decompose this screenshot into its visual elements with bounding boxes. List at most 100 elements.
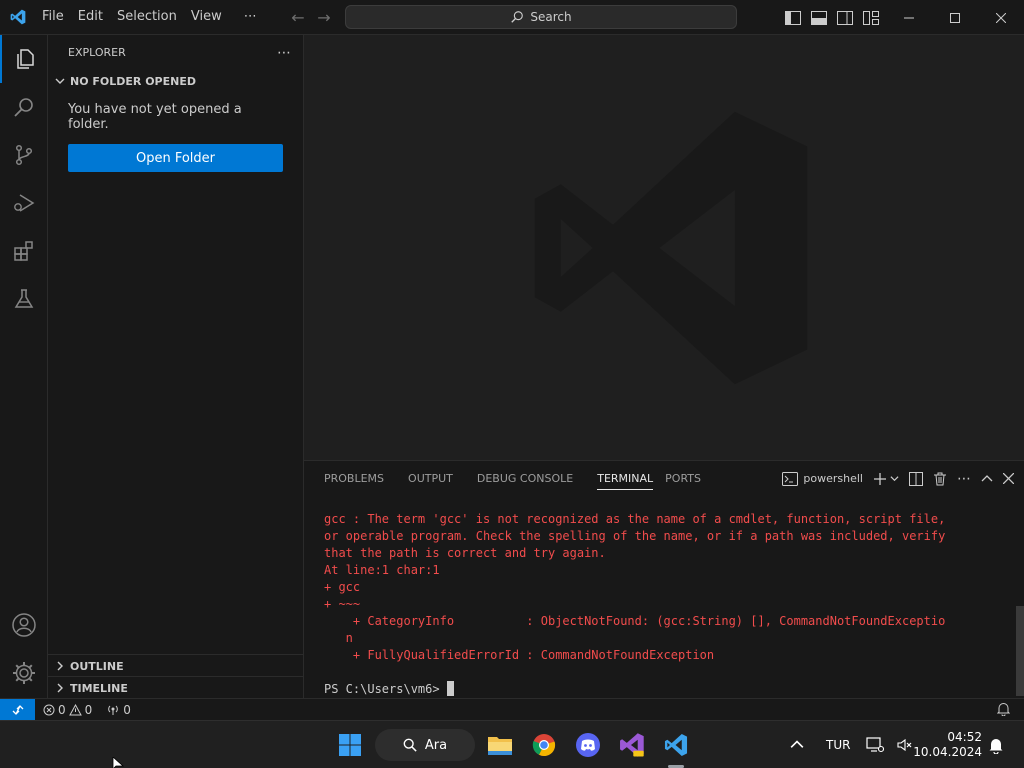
terminal-scrollbar[interactable] — [1016, 606, 1024, 696]
taskbar-file-explorer[interactable] — [484, 729, 516, 761]
toggle-primary-sidebar-icon[interactable] — [785, 10, 801, 25]
activity-search[interactable] — [0, 83, 48, 131]
start-button[interactable] — [334, 729, 366, 761]
error-count: 0 — [58, 702, 66, 717]
chevron-right-icon — [52, 680, 68, 696]
mouse-pointer-icon — [112, 757, 124, 768]
sidebar-more-actions[interactable]: ⋯ — [277, 45, 291, 61]
taskbar-discord[interactable] — [572, 729, 604, 761]
section-outline[interactable]: OUTLINE — [48, 655, 304, 677]
section-title: NO FOLDER OPENED — [70, 74, 196, 88]
terminal-prompt: PS C:\Users\vm6> — [324, 682, 447, 696]
activity-explorer[interactable] — [0, 35, 48, 83]
vscode-icon — [664, 733, 688, 757]
maximize-panel-chevron-up-icon[interactable] — [981, 473, 993, 485]
panel-more-actions[interactable]: ⋯ — [957, 471, 971, 487]
taskbar-visual-studio-preview[interactable] — [616, 729, 648, 761]
activity-extensions[interactable] — [0, 227, 48, 275]
remote-icon — [12, 704, 23, 715]
taskbar-chrome[interactable] — [528, 729, 560, 761]
sidebar-title: EXPLORER — [68, 46, 126, 59]
problems-status[interactable]: 0 0 — [43, 703, 92, 717]
terminal-shell-selector[interactable]: powershell — [782, 471, 863, 486]
minimize-button[interactable] — [886, 0, 932, 35]
tab-debug-console[interactable]: DEBUG CONSOLE — [477, 461, 585, 496]
extensions-icon — [14, 241, 33, 261]
timeline-label: TIMELINE — [70, 681, 128, 695]
notifications-bell-icon[interactable] — [997, 702, 1010, 716]
terminal-line: + FullyQualifiedErrorId : CommandNotFoun… — [324, 648, 715, 662]
source-control-icon — [15, 144, 33, 166]
manage-gear-icon — [13, 662, 35, 684]
activity-testing[interactable] — [0, 275, 48, 323]
terminal-line: n — [324, 631, 353, 645]
ports-status[interactable]: 0 — [106, 703, 131, 717]
chevron-down-icon — [52, 73, 68, 89]
customize-layout-icon[interactable] — [863, 10, 879, 25]
menu-more[interactable]: ⋯ — [237, 5, 264, 29]
section-timeline[interactable]: TIMELINE — [48, 677, 304, 699]
split-terminal-icon[interactable] — [909, 471, 923, 486]
bottom-panel: PROBLEMS OUTPUT DEBUG CONSOLE TERMINAL P… — [304, 460, 1024, 698]
taskbar-search[interactable]: Ara — [375, 729, 475, 761]
network-icon — [866, 737, 884, 753]
show-hidden-icons[interactable] — [790, 721, 804, 768]
input-language[interactable]: TUR — [826, 721, 850, 768]
menu-selection[interactable]: Selection — [110, 5, 184, 29]
shell-name: powershell — [803, 472, 863, 485]
activity-source-control[interactable] — [0, 131, 48, 179]
visual-studio-preview-icon — [620, 733, 644, 757]
outline-label: OUTLINE — [70, 659, 124, 673]
activity-manage[interactable] — [0, 649, 48, 697]
taskbar-vscode[interactable] — [660, 729, 692, 761]
menu-file[interactable]: File — [35, 5, 71, 29]
system-tray-status[interactable] — [866, 721, 912, 768]
tab-output[interactable]: OUTPUT — [408, 461, 465, 496]
terminal-line: that the path is correct and try again. — [324, 546, 606, 560]
taskbar-search-label: Ara — [424, 737, 448, 753]
terminal-line: At line:1 char:1 — [324, 563, 440, 577]
tab-terminal[interactable]: TERMINAL — [597, 468, 654, 490]
close-panel-icon[interactable] — [1003, 473, 1014, 484]
explorer-icon — [17, 49, 34, 69]
activity-accounts[interactable] — [0, 601, 48, 649]
notification-center[interactable] — [988, 721, 1004, 768]
tab-ports[interactable]: PORTS — [665, 461, 713, 496]
terminal-line: gcc : The term 'gcc' is not recognized a… — [324, 512, 946, 526]
chevron-right-icon — [52, 658, 68, 674]
toggle-panel-icon[interactable] — [811, 10, 827, 25]
broadcast-icon — [108, 705, 119, 715]
tab-problems[interactable]: PROBLEMS — [324, 461, 396, 496]
terminal-line: + gcc — [324, 580, 361, 594]
close-button[interactable] — [978, 0, 1024, 35]
minimize-icon — [904, 17, 914, 18]
title-bar: File Edit Selection View ⋯ ← → Search — [0, 0, 1024, 35]
search-icon — [14, 98, 33, 117]
maximize-button[interactable] — [932, 0, 978, 35]
forward-arrow-icon[interactable]: → — [311, 8, 337, 27]
terminal-output[interactable]: gcc : The term 'gcc' is not recognized a… — [324, 511, 1004, 698]
clock-time: 04:52 — [947, 730, 982, 744]
plus-icon — [874, 472, 886, 485]
command-center-search[interactable]: Search — [345, 5, 737, 29]
vscode-logo-icon — [0, 0, 35, 35]
open-folder-button[interactable]: Open Folder — [68, 144, 283, 172]
search-label: Search — [530, 10, 572, 24]
remote-indicator-button[interactable] — [0, 698, 35, 721]
section-no-folder-opened[interactable]: NO FOLDER OPENED — [48, 70, 303, 92]
error-icon — [43, 704, 55, 715]
menu-view[interactable]: View — [184, 5, 229, 29]
new-terminal-button[interactable] — [873, 472, 899, 486]
activity-run-debug[interactable] — [0, 179, 48, 227]
no-folder-message: You have not yet opened a folder. — [68, 102, 242, 132]
toggle-secondary-sidebar-icon[interactable] — [837, 10, 853, 25]
editor-area — [304, 35, 1024, 460]
taskbar-clock[interactable]: 04:52 10.04.2024 — [913, 730, 982, 760]
explorer-sidebar: EXPLORER ⋯ NO FOLDER OPENED You have not… — [48, 35, 304, 698]
volume-muted-icon — [897, 738, 912, 752]
clock-date: 10.04.2024 — [913, 745, 982, 759]
terminal-line: + ~~~ — [324, 597, 361, 611]
trash-icon[interactable] — [933, 472, 947, 486]
back-arrow-icon[interactable]: ← — [285, 8, 311, 27]
menu-edit[interactable]: Edit — [71, 5, 110, 29]
